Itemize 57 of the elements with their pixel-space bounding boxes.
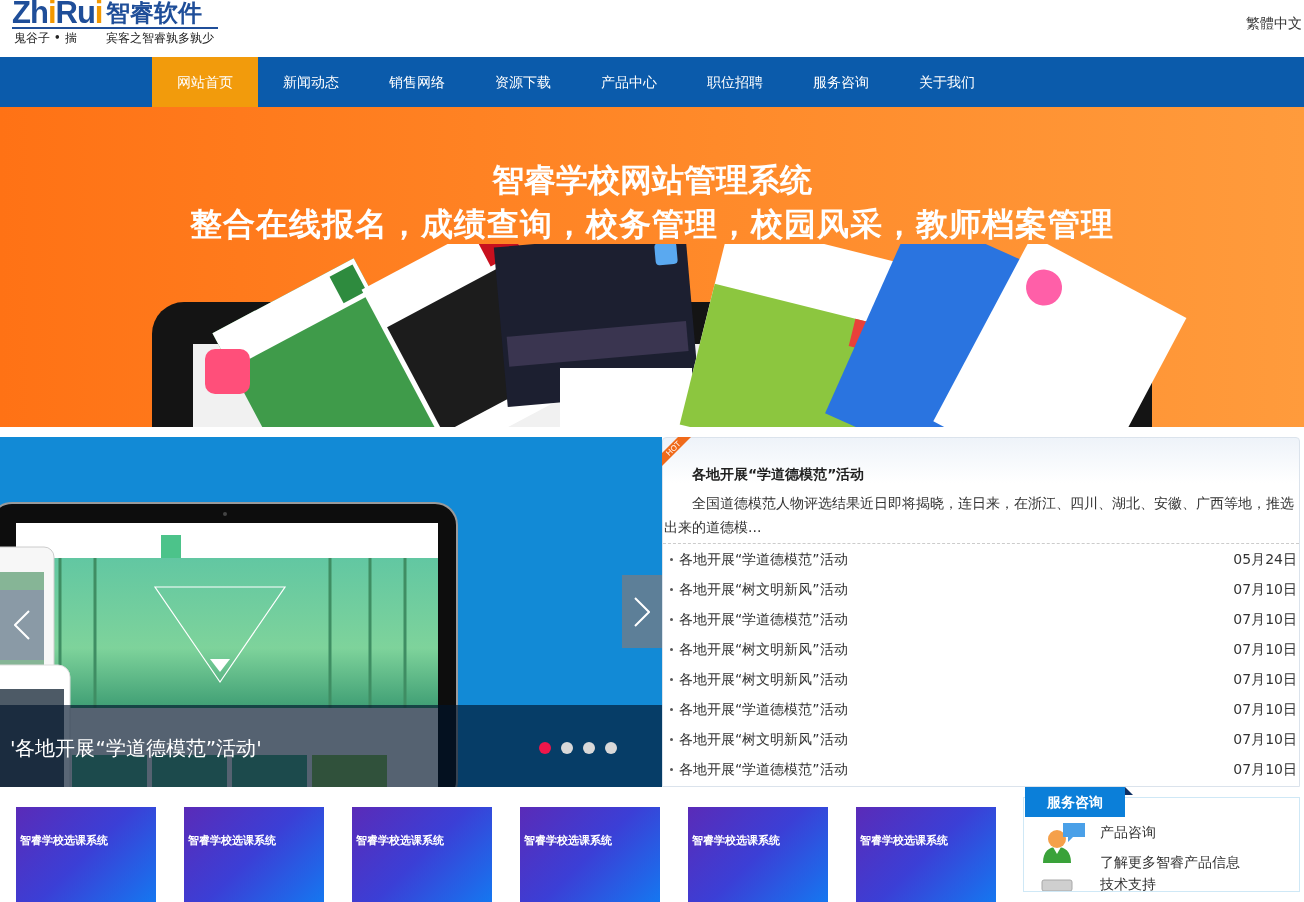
product-title: 智睿学校选课系统 bbox=[188, 834, 276, 847]
product-title: 智睿学校选课系统 bbox=[692, 834, 780, 847]
news-link[interactable]: 各地开展“学道德模范”活动 bbox=[679, 608, 848, 630]
bullet-icon bbox=[670, 557, 673, 561]
chevron-left-icon bbox=[14, 610, 30, 640]
news-date: 07月10日 bbox=[1233, 639, 1297, 659]
news-date: 07月10日 bbox=[1233, 609, 1297, 629]
banner-subtitle: 整合在线报名，成绩查询，校务管理，校园风采，教师档案管理 bbox=[190, 204, 1114, 244]
product-thumbnail[interactable]: 智睿学校选课系统 bbox=[16, 807, 156, 902]
bullet-icon bbox=[670, 707, 673, 711]
product-thumbnail[interactable]: 智睿学校选课系统 bbox=[352, 807, 492, 902]
slide-caption: '各地开展“学道德模范”活动' bbox=[10, 735, 262, 762]
news-link[interactable]: 各地开展“学道德模范”活动 bbox=[679, 548, 848, 570]
product-thumbnail[interactable]: 智睿学校选课系统 bbox=[520, 807, 660, 902]
banner-title: 智睿学校网站管理系统 bbox=[492, 161, 812, 199]
service-link[interactable]: 产品咨询 bbox=[1100, 817, 1240, 847]
news-date: 07月10日 bbox=[1233, 669, 1297, 689]
news-summary: 全国道德模范人物评选结果近日即将揭晓，连日来，在浙江、四川、湖北、安徽、广西等地，推选出来的道德模... bbox=[663, 494, 1295, 537]
logo-wordmark: ZhiRui bbox=[12, 0, 103, 27]
bullet-icon bbox=[670, 737, 673, 741]
language-link[interactable]: 繁體中文 bbox=[1246, 13, 1302, 34]
news-link[interactable]: 各地开展“树文明新风”活动 bbox=[679, 728, 848, 750]
product-title: 智睿学校选课系统 bbox=[20, 834, 108, 847]
screen-icon bbox=[1041, 879, 1073, 891]
bullet-icon bbox=[670, 617, 673, 621]
product-thumbnail[interactable]: 智睿学校选课系统 bbox=[184, 807, 324, 902]
service-tab-title: 服务咨询 bbox=[1025, 787, 1125, 817]
news-date: 07月10日 bbox=[1233, 759, 1297, 779]
news-link[interactable]: 各地开展“树文明新风”活动 bbox=[679, 668, 848, 690]
logo-name: 智睿软件 bbox=[106, 0, 203, 27]
chevron-right-icon bbox=[634, 596, 650, 627]
previous-slide-button[interactable] bbox=[0, 590, 44, 660]
product-thumbnail[interactable]: 智睿学校选课系统 bbox=[688, 807, 828, 902]
tab-fold-icon bbox=[1125, 787, 1133, 795]
logo-tagline: 鬼谷子 • 揣 bbox=[13, 30, 78, 46]
bullet-icon bbox=[670, 587, 673, 591]
news-link[interactable]: 各地开展“学道德模范”活动 bbox=[679, 698, 848, 720]
product-thumbnail[interactable]: 智睿学校选课系统 bbox=[856, 807, 996, 902]
news-date: 07月10日 bbox=[1233, 729, 1297, 749]
person-speech-icon bbox=[1041, 821, 1087, 865]
featured-news-title[interactable]: 各地开展“学道德模范”活动 bbox=[692, 465, 865, 483]
product-title: 智睿学校选课系统 bbox=[860, 834, 948, 847]
logo-slogan: 宾客之智睿孰多孰少 bbox=[106, 30, 214, 46]
bullet-icon bbox=[670, 647, 673, 651]
news-link[interactable]: 各地开展“学道德模范”活动 bbox=[679, 758, 848, 780]
news-link[interactable]: 各地开展“树文明新风”活动 bbox=[679, 578, 848, 600]
bullet-icon bbox=[670, 767, 673, 771]
service-link[interactable]: 技术支持 bbox=[1100, 877, 1156, 891]
news-date: 07月10日 bbox=[1233, 579, 1297, 599]
news-date: 07月10日 bbox=[1233, 699, 1297, 719]
news-link[interactable]: 各地开展“树文明新风”活动 bbox=[679, 638, 848, 660]
bullet-icon bbox=[670, 677, 673, 681]
news-date: 05月24日 bbox=[1233, 549, 1297, 569]
service-description: 了解更多智睿产品信息 bbox=[1100, 853, 1240, 872]
product-title: 智睿学校选课系统 bbox=[356, 834, 444, 847]
product-title: 智睿学校选课系统 bbox=[524, 834, 612, 847]
next-slide-button[interactable] bbox=[622, 575, 662, 648]
